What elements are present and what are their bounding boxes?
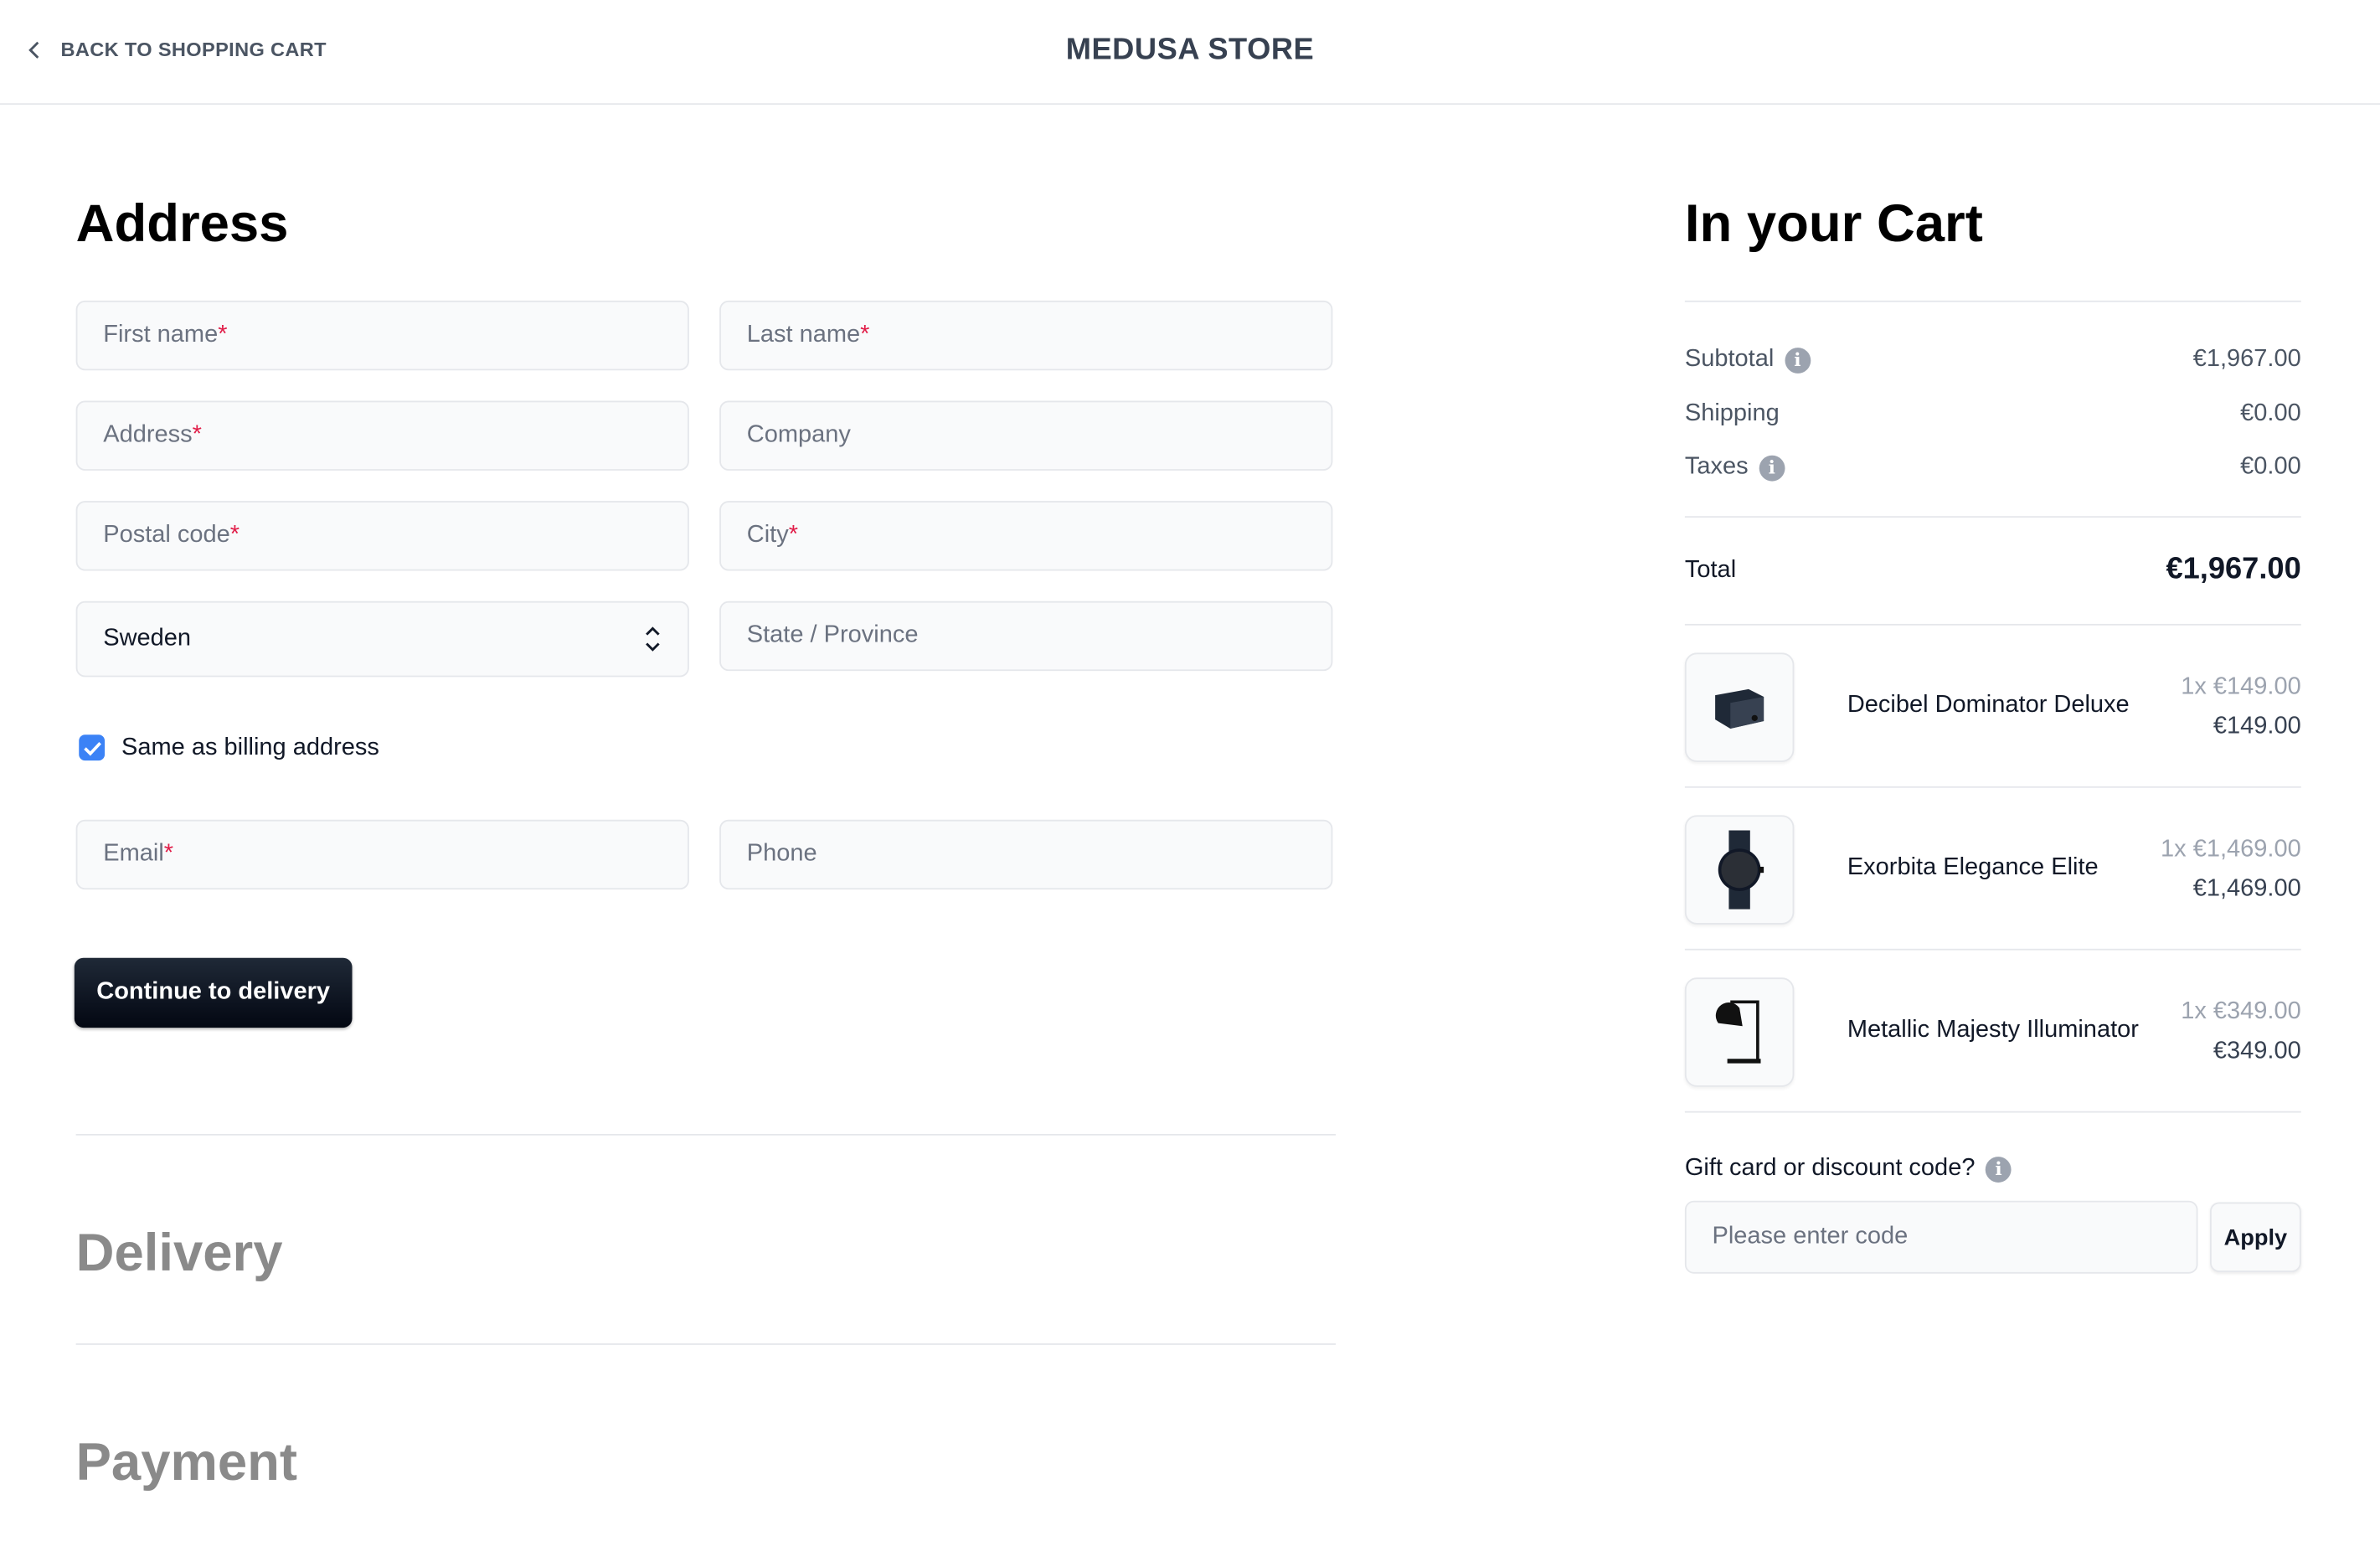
discount-label[interactable]: Gift card or discount code? <box>1685 1155 1976 1183</box>
item-qty-price: 1x €1,469.00 <box>2161 836 2301 863</box>
required-mark: * <box>860 322 870 348</box>
info-icon[interactable]: i <box>1986 1156 2012 1183</box>
country-select[interactable]: Sweden <box>75 600 689 678</box>
discount-code-input[interactable]: Please enter code <box>1684 1200 2198 1274</box>
email-input[interactable]: Email * <box>75 819 689 890</box>
shipping-label: Shipping <box>1684 400 1780 427</box>
shipping-row: Shipping €0.00 <box>1685 401 2301 429</box>
item-price: €1,469.00 <box>2192 875 2301 902</box>
item-name: Decibel Dominator Deluxe <box>1847 692 2130 719</box>
placeholder: Postal code <box>103 522 230 549</box>
placeholder: Please enter code <box>1712 1223 1909 1250</box>
placeholder: Address <box>103 421 193 448</box>
taxes-label: Taxes <box>1684 453 1749 480</box>
cart-item[interactable]: Exorbita Elegance Elite 1x €1,469.00 €1,… <box>1684 815 2301 925</box>
payment-title: Payment <box>75 1433 298 1492</box>
subtotal-row: Subtotal i €1,967.00 <box>1685 346 2301 374</box>
store-name[interactable]: MEDUSA STORE <box>0 34 2380 69</box>
required-mark: * <box>229 522 240 549</box>
cart-item[interactable]: Metallic Majesty Illuminator 1x €349.00 … <box>1684 977 2301 1087</box>
placeholder: First name <box>103 322 219 348</box>
divider <box>75 1133 1336 1136</box>
required-mark: * <box>788 522 799 549</box>
watch-icon <box>1684 815 1795 925</box>
item-price: €149.00 <box>2213 713 2301 740</box>
subtotal-value: €1,967.00 <box>2192 346 2301 373</box>
required-mark: * <box>218 322 228 348</box>
placeholder: City <box>746 522 789 549</box>
checkmark-icon <box>83 741 101 755</box>
discount-label-row: Gift card or discount code? i <box>1685 1155 2012 1183</box>
item-price: €349.00 <box>2213 1038 2301 1064</box>
placeholder: State / Province <box>746 622 919 648</box>
cart-item[interactable]: Decibel Dominator Deluxe 1x €149.00 €149… <box>1684 652 2301 762</box>
taxes-value: €0.00 <box>2240 453 2301 480</box>
state-input[interactable]: State / Province <box>719 600 1333 672</box>
postal-code-input[interactable]: Postal code * <box>75 501 689 571</box>
cart-title: In your Cart <box>1684 194 1983 254</box>
total-row: Total €1,967.00 <box>1685 553 2301 588</box>
info-icon[interactable]: i <box>1759 454 1785 481</box>
item-name: Metallic Majesty Illuminator <box>1847 1017 2139 1044</box>
company-input[interactable]: Company <box>719 400 1333 471</box>
last-name-input[interactable]: Last name * <box>719 300 1333 371</box>
taxes-row: Taxes i €0.00 <box>1685 454 2301 482</box>
lamp-icon <box>1684 977 1795 1087</box>
divider <box>1684 786 2301 788</box>
divider <box>1684 300 2301 302</box>
divider <box>1684 948 2301 951</box>
continue-to-delivery-button[interactable]: Continue to delivery <box>74 957 353 1028</box>
placeholder: Company <box>746 421 851 448</box>
item-name: Exorbita Elegance Elite <box>1847 854 2099 881</box>
placeholder: Last name <box>746 322 861 348</box>
info-icon[interactable]: i <box>1784 347 1811 373</box>
placeholder: Email <box>103 841 164 867</box>
divider <box>1684 1111 2301 1113</box>
first-name-input[interactable]: First name * <box>75 300 689 371</box>
delivery-title: Delivery <box>75 1223 283 1283</box>
speaker-icon <box>1684 652 1795 762</box>
divider <box>1684 516 2301 518</box>
apply-button[interactable]: Apply <box>2210 1202 2301 1272</box>
divider <box>1684 623 2301 626</box>
item-qty-price: 1x €349.00 <box>2181 998 2301 1025</box>
chevron-up-down-icon <box>646 626 660 652</box>
placeholder: Phone <box>746 841 817 867</box>
address-input[interactable]: Address * <box>75 400 689 471</box>
item-qty-price: 1x €149.00 <box>2181 673 2301 700</box>
same-as-billing-label[interactable]: Same as billing address <box>121 734 379 762</box>
required-mark: * <box>192 421 202 448</box>
same-as-billing-checkbox[interactable] <box>79 734 106 761</box>
city-input[interactable]: City * <box>719 501 1333 571</box>
address-title: Address <box>75 194 289 254</box>
phone-input[interactable]: Phone <box>719 819 1333 890</box>
country-value: Sweden <box>103 625 192 652</box>
total-value: €1,967.00 <box>2166 552 2301 586</box>
shipping-value: €0.00 <box>2240 400 2301 427</box>
required-mark: * <box>163 841 174 867</box>
subtotal-label: Subtotal <box>1684 346 1775 373</box>
total-label: Total <box>1684 556 1737 583</box>
divider <box>75 1343 1336 1345</box>
